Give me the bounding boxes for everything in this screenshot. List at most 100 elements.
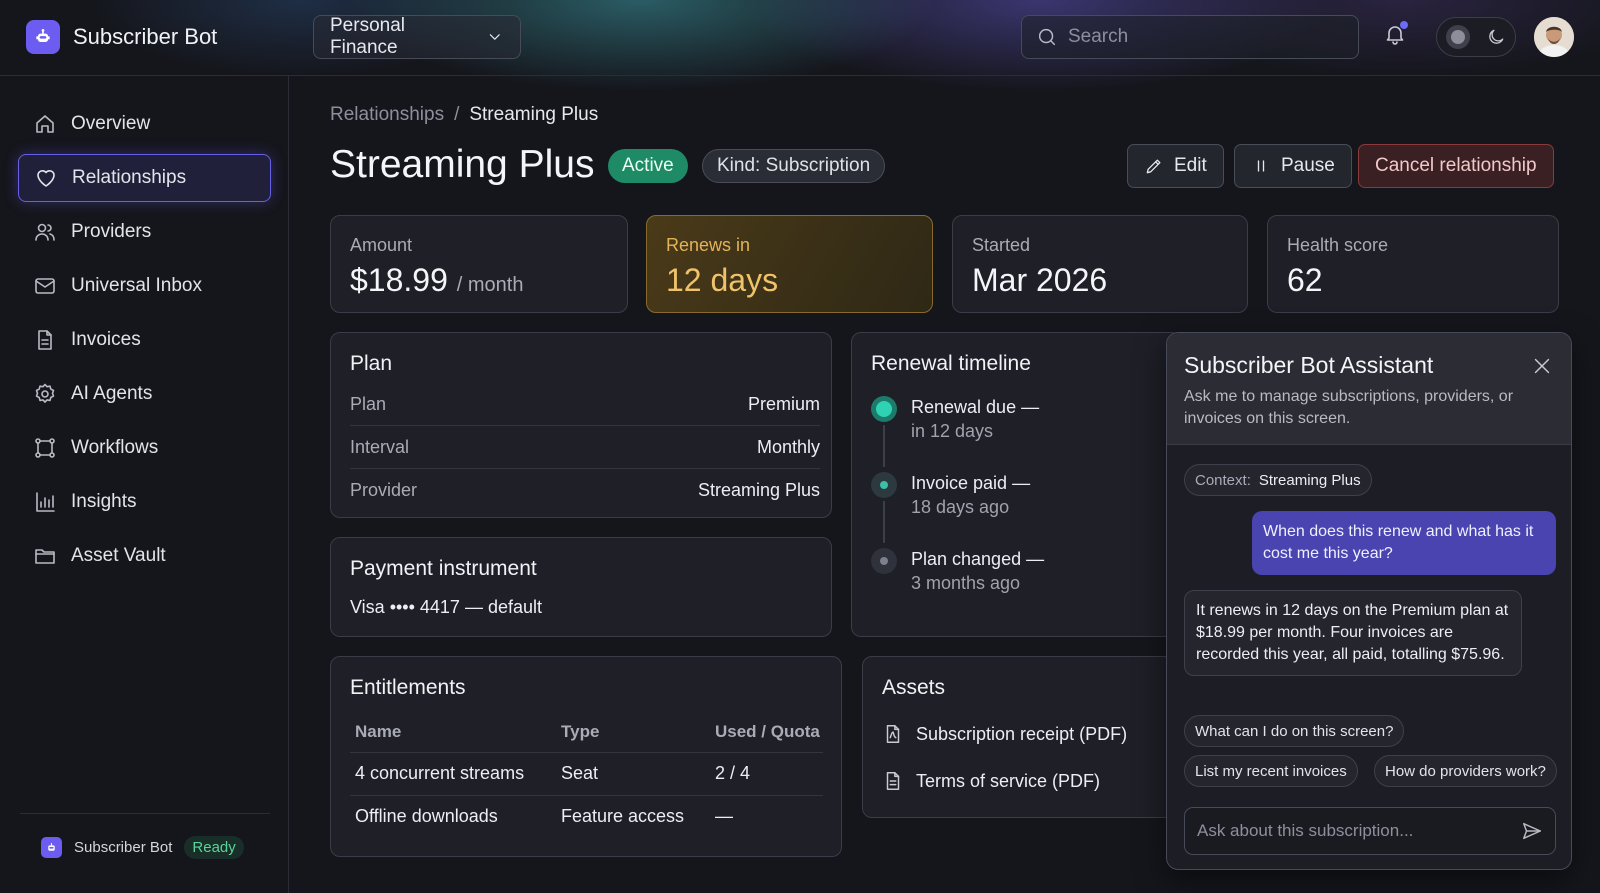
- notification-dot: [1400, 21, 1408, 29]
- sidebar-item-asset-vault[interactable]: Asset Vault: [18, 532, 271, 580]
- sidebar-item-label: Asset Vault: [71, 545, 166, 566]
- asset-item[interactable]: Subscription receipt (PDF): [882, 723, 1127, 745]
- pause-icon: [1257, 160, 1265, 172]
- table-cell: 4 concurrent streams: [350, 752, 556, 796]
- entitlements-card: Entitlements Name Type Used / Quota 4 co…: [330, 656, 842, 857]
- workflow-icon: [35, 438, 55, 458]
- table-cell: —: [715, 806, 733, 827]
- plan-value: Streaming Plus: [697, 480, 820, 500]
- suggestion-chip[interactable]: List my recent invoices: [1184, 755, 1358, 787]
- event-time: 18 days ago: [911, 497, 1010, 517]
- asset-name: Subscription receipt (PDF): [916, 723, 1128, 744]
- table-row[interactable]: 4 concurrent streams Seat 2 / 4: [350, 752, 823, 796]
- theme-toggle[interactable]: [1436, 17, 1516, 57]
- sidebar-item-universal-inbox[interactable]: Universal Inbox: [18, 262, 271, 310]
- sidebar-item-invoices[interactable]: Invoices: [18, 316, 271, 364]
- sidebar-item-workflows[interactable]: Workflows: [18, 424, 271, 472]
- table-cell: Feature access: [561, 806, 685, 827]
- assistant-header: Subscriber Bot Assistant Ask me to manag…: [1167, 333, 1571, 445]
- suggestion-chip[interactable]: How do providers work?: [1374, 755, 1557, 787]
- send-icon[interactable]: [1521, 820, 1543, 842]
- plan-title: Plan: [350, 352, 393, 375]
- health-card: Health score 62: [1267, 215, 1559, 313]
- search-input[interactable]: [1068, 26, 1338, 48]
- cancel-relationship-button[interactable]: Cancel relationship: [1358, 144, 1554, 188]
- sidebar-item-insights[interactable]: Insights: [18, 478, 271, 526]
- assistant-input[interactable]: [1197, 821, 1507, 841]
- sidebar-item-relationships[interactable]: Relationships: [18, 154, 271, 202]
- close-button[interactable]: [1531, 355, 1553, 377]
- user-avatar[interactable]: [1534, 17, 1574, 57]
- timeline-dot: [871, 548, 897, 574]
- gear-icon: [35, 383, 55, 403]
- health-label: Health score: [1287, 235, 1389, 255]
- close-icon: [1534, 358, 1550, 374]
- document-icon: [38, 330, 52, 350]
- kind-badge: Kind: Subscription: [702, 149, 886, 183]
- pdf-file-icon: [886, 725, 900, 743]
- workspace-label: Personal Finance: [330, 15, 405, 58]
- timeline-event: Invoice paid — 18 days ago: [871, 471, 1030, 519]
- column-header: Used / Quota: [710, 712, 823, 753]
- sidebar-item-label: Insights: [71, 491, 137, 512]
- renewal-timeline-card: Renewal timeline Renewal due — in 12 days…: [851, 332, 1181, 637]
- chevron-down-icon: [490, 34, 501, 40]
- home-icon: [36, 115, 54, 133]
- brand[interactable]: Subscriber Bot: [26, 20, 217, 54]
- app-name: Subscriber Bot: [73, 24, 218, 49]
- column-header: Name: [350, 712, 556, 753]
- event-time: in 12 days: [911, 421, 994, 441]
- sidebar: Overview Relationships Providers Univers…: [0, 76, 289, 893]
- payment-title: Payment instrument: [350, 557, 537, 580]
- timeline-dot: [871, 396, 897, 422]
- table-cell: 2 / 4: [710, 752, 823, 796]
- plan-key: Interval: [350, 436, 410, 457]
- timeline-event: Plan changed — 3 months ago: [871, 547, 1044, 595]
- asset-item[interactable]: Terms of service (PDF): [882, 770, 1100, 792]
- workspace-selector[interactable]: Personal Finance: [313, 15, 521, 59]
- plan-card: Plan Plan Premium Interval Monthly Provi…: [330, 332, 832, 518]
- page-title: Streaming Plus: [330, 143, 595, 186]
- status-badge: Active: [608, 149, 688, 183]
- users-icon: [35, 223, 55, 241]
- notifications-button[interactable]: [1383, 21, 1408, 46]
- folder-icon: [35, 549, 55, 564]
- plan-value: Premium: [747, 393, 820, 414]
- plan-row: Interval Monthly: [350, 426, 820, 469]
- sidebar-item-label: Invoices: [71, 329, 141, 350]
- suggestion-chip[interactable]: What can I do on this screen?: [1184, 715, 1405, 747]
- sidebar-item-providers[interactable]: Providers: [18, 208, 271, 256]
- sidebar-item-label: Providers: [71, 221, 152, 242]
- sidebar-item-label: Universal Inbox: [71, 275, 202, 296]
- table-cell: Offline downloads: [355, 806, 498, 827]
- table-row[interactable]: Offline downloads Feature access —: [350, 795, 823, 838]
- amount-value: $18.99: [350, 262, 448, 298]
- breadcrumb-current: Streaming Plus: [469, 104, 599, 125]
- assistant-subtitle: Ask me to manage subscriptions, provider…: [1184, 388, 1514, 427]
- timeline-event: Renewal due — in 12 days: [871, 395, 1039, 443]
- event-label: Invoice paid —: [911, 473, 1031, 493]
- started-label: Started: [972, 235, 1031, 255]
- pencil-icon: [1146, 159, 1161, 174]
- assistant-input-box: [1184, 807, 1556, 855]
- bar-chart-icon: [36, 492, 55, 512]
- sidebar-item-label: Workflows: [71, 437, 159, 458]
- search-box[interactable]: [1021, 15, 1359, 59]
- sidebar-item-overview[interactable]: Overview: [18, 100, 271, 148]
- pause-button[interactable]: Pause: [1234, 144, 1352, 188]
- table-header-row: Name Type Used / Quota: [350, 712, 823, 753]
- heart-icon: [37, 170, 55, 187]
- asset-name: Terms of service (PDF): [916, 770, 1101, 791]
- event-label: Renewal due —: [911, 397, 1040, 417]
- sidebar-item-ai-agents[interactable]: AI Agents: [18, 370, 271, 418]
- toggle-knob: [1446, 25, 1470, 49]
- event-label: Plan changed —: [911, 549, 1045, 569]
- breadcrumb: Relationships / Streaming Plus: [330, 104, 598, 126]
- sidebar-footer: Subscriber Bot Ready: [20, 813, 270, 859]
- plan-row: Provider Streaming Plus: [350, 469, 820, 512]
- robot-logo-icon: [41, 837, 62, 858]
- timeline-title: Renewal timeline: [871, 352, 1031, 375]
- edit-button[interactable]: Edit: [1127, 144, 1224, 188]
- sidebar-item-label: AI Agents: [71, 383, 153, 404]
- breadcrumb-parent[interactable]: Relationships: [330, 104, 444, 126]
